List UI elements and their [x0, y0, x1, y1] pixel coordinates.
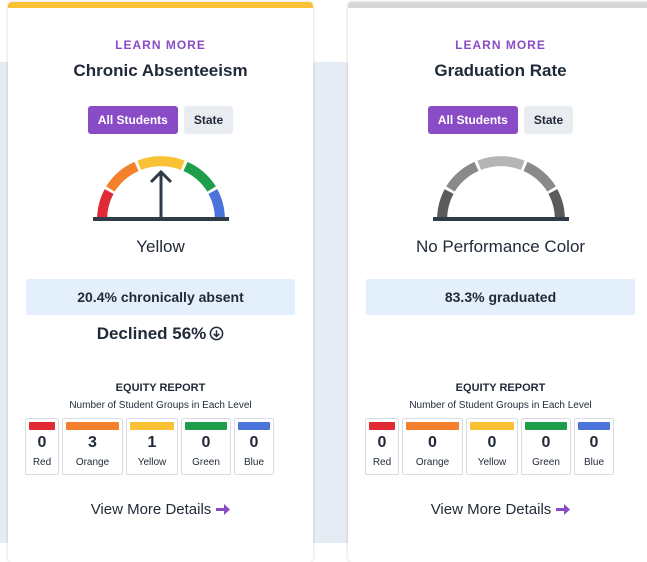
level-count: 0 — [428, 434, 437, 451]
level-name: Blue — [583, 457, 604, 468]
level-green: 0 Green — [181, 418, 231, 475]
card-title: Graduation Rate — [434, 61, 567, 80]
change-text: Declined 56% — [96, 324, 207, 343]
green-swatch — [525, 422, 567, 430]
all-students-toggle-button[interactable]: All Students — [427, 106, 518, 134]
blue-swatch — [238, 422, 270, 430]
view-more-details-link[interactable]: View More Details — [348, 501, 647, 518]
blue-swatch — [578, 422, 610, 430]
performance-gauge-icon — [8, 152, 313, 227]
equity-report-title: EQUITY REPORT — [455, 382, 546, 394]
level-name: Green — [532, 457, 560, 468]
performance-color-label: No Performance Color — [415, 237, 586, 256]
level-name: Orange — [75, 457, 110, 468]
learn-more-link[interactable]: LEARN MORE — [8, 38, 313, 52]
student-group-toggle: All Students State — [8, 106, 313, 134]
level-green: 0 Green — [521, 418, 571, 475]
all-students-toggle-button[interactable]: All Students — [87, 106, 178, 134]
level-orange: 0 Orange — [402, 418, 463, 475]
level-name: Yellow — [137, 457, 167, 468]
view-more-label: View More Details — [90, 501, 212, 518]
level-count: 0 — [541, 434, 551, 451]
level-name: Orange — [415, 457, 450, 468]
level-count: 3 — [88, 434, 97, 451]
level-count: 0 — [201, 434, 211, 451]
equity-level-counts: 0 Red 0 Orange 0 Yellow 0 Green 0 Blue — [365, 418, 636, 475]
level-red: 0 Red — [365, 418, 399, 475]
dashboard-card-chronic-absenteeism: LEARN MORE Chronic Absenteeism All Stude… — [8, 2, 313, 562]
level-red: 0 Red — [25, 418, 59, 475]
green-swatch — [185, 422, 227, 430]
view-more-label: View More Details — [430, 501, 552, 518]
level-count: 0 — [37, 434, 47, 451]
change-indicator: Declined 56% — [8, 324, 313, 344]
down-arrow-circle-icon — [209, 326, 224, 341]
equity-report-subtitle: Number of Student Groups in Each Level — [69, 400, 252, 411]
level-count: 0 — [249, 434, 259, 451]
level-orange: 3 Orange — [62, 418, 123, 475]
level-name: Green — [192, 457, 220, 468]
view-more-details-link[interactable]: View More Details — [8, 501, 313, 518]
orange-swatch — [66, 422, 119, 430]
red-swatch — [29, 422, 55, 430]
metric-value-box: 83.3% graduated — [366, 279, 635, 315]
performance-color-label: Yellow — [136, 237, 185, 256]
level-blue: 0 Blue — [574, 418, 614, 475]
level-count: 0 — [487, 434, 497, 451]
card-title: Chronic Absenteeism — [73, 61, 248, 80]
dashboard-card-graduation-rate: LEARN MORE Graduation Rate All Students … — [348, 2, 647, 562]
level-count: 1 — [147, 434, 157, 451]
state-toggle-button[interactable]: State — [183, 106, 234, 134]
performance-gauge-icon — [348, 152, 647, 227]
yellow-swatch — [470, 422, 514, 430]
level-name: Red — [32, 457, 52, 468]
student-group-toggle: All Students State — [348, 106, 647, 134]
orange-swatch — [406, 422, 459, 430]
yellow-swatch — [130, 422, 174, 430]
arrow-right-icon — [216, 504, 231, 515]
level-yellow: 0 Yellow — [466, 418, 518, 475]
card-top-bar-yellow — [8, 2, 313, 8]
equity-report-subtitle: Number of Student Groups in Each Level — [409, 400, 592, 411]
learn-more-link[interactable]: LEARN MORE — [348, 38, 647, 52]
level-count: 0 — [589, 434, 599, 451]
level-name: Red — [372, 457, 392, 468]
metric-value-box: 20.4% chronically absent — [26, 279, 295, 315]
equity-report-title: EQUITY REPORT — [115, 382, 206, 394]
level-count: 0 — [377, 434, 387, 451]
level-name: Blue — [243, 457, 264, 468]
arrow-right-icon — [556, 504, 571, 515]
card-top-bar-gray — [348, 2, 647, 8]
state-toggle-button[interactable]: State — [523, 106, 574, 134]
level-yellow: 1 Yellow — [126, 418, 178, 475]
red-swatch — [369, 422, 395, 430]
level-name: Yellow — [477, 457, 507, 468]
level-blue: 0 Blue — [234, 418, 274, 475]
equity-level-counts: 0 Red 3 Orange 1 Yellow 0 Green 0 Blue — [25, 418, 296, 475]
